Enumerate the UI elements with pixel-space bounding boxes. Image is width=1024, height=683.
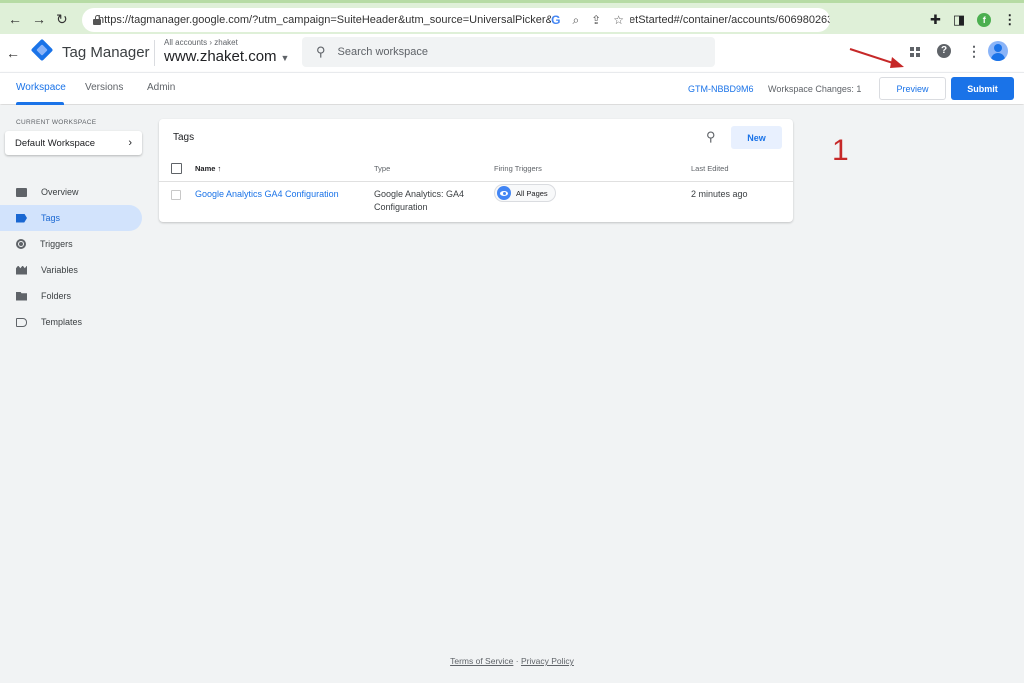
product-name: Tag Manager [62, 44, 150, 61]
column-header-type[interactable]: Type [374, 164, 390, 173]
terms-of-service-link[interactable]: Terms of Service [450, 656, 513, 666]
avatar[interactable] [988, 41, 1008, 61]
profile-icon[interactable]: f [977, 13, 992, 27]
tag-icon [16, 213, 27, 223]
sidebar-nav: Overview Tags Triggers Variables Folders… [0, 179, 142, 335]
workspace-tabs-bar: Workspace Versions Admin GTM-NBBD9M6 Wor… [0, 72, 1024, 105]
column-header-name[interactable]: Name ↑ [195, 164, 221, 173]
current-workspace-label: CURRENT WORKSPACE [16, 119, 97, 126]
sidebar-item-label: Tags [41, 213, 61, 223]
overview-icon [16, 187, 27, 197]
workspace-selector[interactable]: Default Workspace › [5, 131, 142, 155]
trigger-icon [16, 239, 26, 249]
workspace-changes: Workspace Changes: 1 [768, 84, 862, 94]
bookmark-star-icon[interactable]: ☆ [613, 13, 624, 27]
column-header-firing-triggers[interactable]: Firing Triggers [494, 164, 542, 173]
url-text: https://tagmanager.google.com/?utm_campa… [98, 14, 830, 26]
workspace-name: Default Workspace [15, 137, 96, 149]
select-all-checkbox[interactable] [171, 163, 182, 174]
address-bar[interactable]: https://tagmanager.google.com/?utm_campa… [82, 8, 830, 32]
sidebar-item-label: Triggers [40, 239, 73, 249]
header-divider [159, 181, 793, 182]
tab-versions[interactable]: Versions [85, 82, 123, 93]
tab-admin[interactable]: Admin [147, 82, 175, 93]
variable-icon [16, 265, 27, 275]
privacy-policy-link[interactable]: Privacy Policy [521, 656, 574, 666]
google-icon[interactable]: G [551, 13, 560, 27]
search-input[interactable] [337, 46, 678, 58]
caret-down-icon: ▼ [280, 53, 290, 63]
reload-icon[interactable]: ↻ [56, 12, 68, 26]
tab-workspace[interactable]: Workspace [16, 82, 66, 93]
row-checkbox[interactable] [171, 190, 181, 200]
apps-grid-icon[interactable] [910, 47, 920, 57]
more-options-icon[interactable]: ⋮ [967, 43, 981, 60]
back-icon[interactable]: ← [8, 12, 22, 26]
footer: Terms of Service · Privacy Policy [0, 656, 1024, 666]
sidebar-item-label: Overview [41, 187, 79, 197]
sidebar-item-templates[interactable]: Templates [0, 309, 142, 335]
browser-nav: ← → ↻ [0, 12, 86, 26]
search-box[interactable]: ⚲ [302, 37, 715, 67]
sidebar-item-triggers[interactable]: Triggers [0, 231, 142, 257]
container-selector[interactable]: www.zhaket.com ▼ [164, 48, 289, 65]
side-panel-icon[interactable]: ◨ [953, 12, 965, 28]
container-name: www.zhaket.com [164, 48, 277, 65]
forward-icon[interactable]: → [32, 12, 46, 26]
annotation-arrow-icon [849, 48, 904, 68]
sidebar-item-folders[interactable]: Folders [0, 283, 142, 309]
extensions-puzzle-icon[interactable]: ✚ [930, 12, 941, 28]
breadcrumb[interactable]: All accounts › zhaket [164, 38, 238, 47]
tag-manager-logo-icon [30, 38, 54, 62]
annotation-number: 1 [832, 134, 849, 167]
main-content: CURRENT WORKSPACE Default Workspace › Ov… [0, 105, 1024, 683]
column-header-last-edited[interactable]: Last Edited [691, 164, 729, 173]
folder-icon [16, 291, 27, 301]
pageview-eye-icon [497, 186, 511, 200]
tag-type: Google Analytics: GA4 Configuration [374, 189, 465, 212]
template-icon [16, 317, 27, 327]
sidebar-item-variables[interactable]: Variables [0, 257, 142, 283]
help-icon[interactable]: ? [937, 44, 951, 58]
header-divider [154, 40, 155, 66]
submit-button[interactable]: Submit [951, 77, 1014, 100]
sidebar-item-label: Folders [41, 291, 72, 301]
address-bar-actions: G ⌕ ⇪ ☆ [551, 8, 630, 32]
chevron-right-icon: › [128, 137, 132, 149]
card-title: Tags [173, 132, 195, 143]
container-id-link[interactable]: GTM-NBBD9M6 [688, 84, 754, 94]
trigger-chip[interactable]: All Pages [494, 184, 556, 202]
browser-menu-icon[interactable]: ⋮ [1003, 12, 1016, 28]
last-edited: 2 minutes ago [691, 189, 748, 199]
preview-button[interactable]: Preview [879, 77, 946, 100]
search-icon[interactable]: ⚲ [706, 129, 716, 145]
new-tag-button[interactable]: New [731, 126, 782, 149]
browser-extensions: ✚ ◨ f ⋮ [930, 8, 1016, 32]
tags-card: Tags ⚲ New Name ↑ Type Firing Triggers L… [159, 119, 793, 222]
search-icon: ⚲ [316, 44, 326, 59]
sidebar-item-overview[interactable]: Overview [0, 179, 142, 205]
share-icon[interactable]: ⇪ [591, 13, 601, 27]
trigger-label: All Pages [516, 188, 548, 198]
zoom-icon[interactable]: ⌕ [572, 13, 579, 28]
browser-toolbar: ← → ↻ https://tagmanager.google.com/?utm… [0, 0, 1024, 34]
tag-name-link[interactable]: Google Analytics GA4 Configuration [195, 189, 339, 199]
sidebar-item-label: Templates [41, 317, 83, 327]
back-arrow-icon[interactable]: ← [6, 45, 20, 61]
sidebar-item-label: Variables [41, 265, 78, 275]
footer-separator: · [515, 656, 519, 666]
sidebar-item-tags[interactable]: Tags [0, 205, 142, 231]
